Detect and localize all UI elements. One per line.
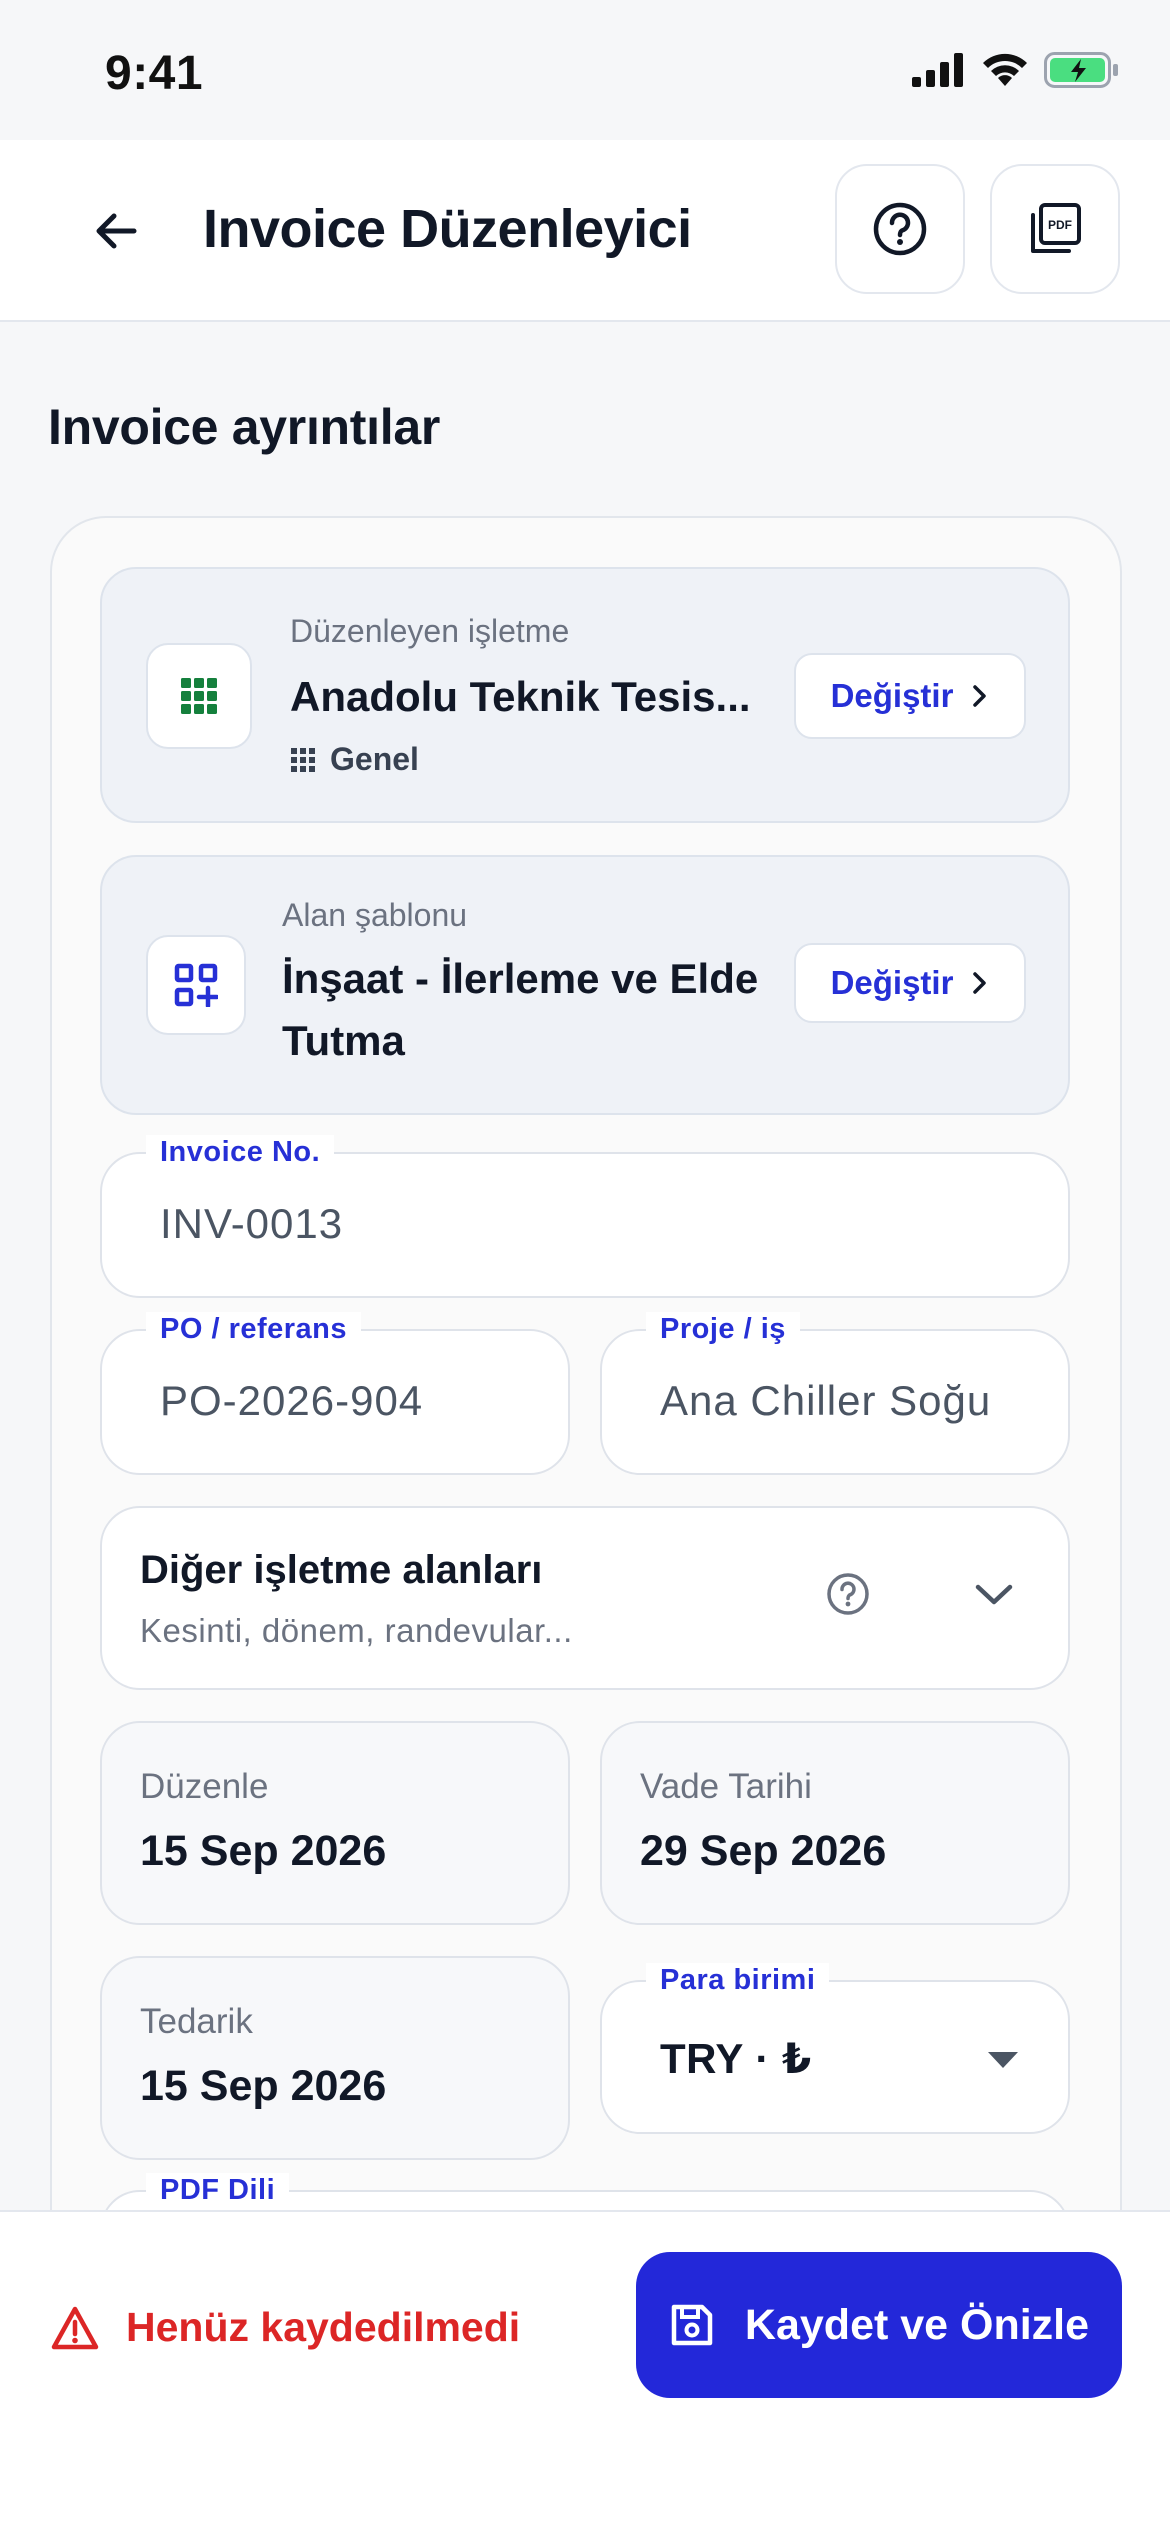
add-template-icon — [174, 963, 218, 1007]
pdf-file-icon: PDF — [1031, 203, 1081, 253]
change-issuer-button[interactable]: Değiştir — [794, 653, 1026, 739]
unsaved-status: Henüz kaydedilmedi — [50, 2304, 520, 2351]
arrow-left-icon — [96, 213, 137, 249]
currency-label: Para birimi — [646, 1963, 830, 1997]
svg-text:PDF: PDF — [1048, 218, 1072, 232]
other-business-fields-toggle[interactable]: Diğer işletme alanları Kesinti, dönem, r… — [100, 1506, 1070, 1690]
change-template-button[interactable]: Değiştir — [794, 943, 1026, 1023]
project-value: Ana Chiller Soğu — [660, 1377, 992, 1424]
small-grid-icon — [291, 747, 315, 772]
po-reference-field[interactable]: PO / referans PO-2026-904 — [100, 1312, 570, 1475]
issuer-selector[interactable]: Düzenleyen işletme Anadolu Teknik Tesis.… — [100, 567, 1070, 823]
bottom-action-bar: Henüz kaydedilmedi Kaydet ve Önizle — [0, 2210, 1170, 2532]
project-label: Proje / iş — [646, 1312, 800, 1346]
issue-date-picker[interactable]: Düzenle 15 Sep 2026 — [100, 1721, 570, 1925]
unsaved-label: Henüz kaydedilmedi — [126, 2304, 521, 2350]
question-circle-icon — [873, 202, 927, 256]
pdf-language-label: PDF Dili — [146, 2173, 290, 2207]
save-and-preview-label: Kaydet ve Önizle — [744, 2300, 1090, 2349]
help-button[interactable] — [835, 164, 965, 294]
issuer-group: Genel — [290, 741, 419, 778]
project-field[interactable]: Proje / iş Ana Chiller Soğu — [600, 1312, 1070, 1475]
invoice-number-value: INV-0013 — [160, 1200, 344, 1247]
currency-select[interactable]: Para birimi TRY · ₺ — [600, 1963, 1070, 2134]
back-button[interactable] — [80, 195, 152, 267]
template-name-line1: İnşaat - İlerleme ve Elde — [282, 955, 759, 1002]
warning-triangle-icon — [51, 2306, 99, 2349]
chevron-down-icon — [975, 1584, 1013, 1605]
template-label: Alan şablonu — [282, 897, 468, 933]
currency-value: TRY · ₺ — [660, 2035, 812, 2082]
invoice-number-field[interactable]: Invoice No. INV-0013 — [100, 1135, 1070, 1298]
battery-charging-icon — [1044, 52, 1118, 88]
issuer-name: Anadolu Teknik Tesis... — [290, 673, 751, 720]
issuer-group-label: Genel — [330, 741, 419, 777]
issuer-label: Düzenleyen işletme — [290, 613, 570, 649]
template-selector[interactable]: Alan şablonu İnşaat - İlerleme ve Elde T… — [100, 855, 1070, 1115]
other-fields-subtitle: Kesinti, dönem, randevular... — [140, 1612, 573, 1649]
supply-date-value: 15 Sep 2026 — [140, 2062, 387, 2110]
other-fields-title: Diğer işletme alanları — [140, 1548, 543, 1592]
app-bar: Invoice Düzenleyici PDF — [0, 140, 1170, 322]
template-icon-box — [146, 935, 246, 1035]
chevron-right-icon — [973, 685, 987, 707]
question-circle-icon[interactable] — [826, 1572, 870, 1616]
cellular-signal-icon — [912, 53, 963, 87]
status-icons — [912, 52, 1120, 88]
save-icon — [671, 2304, 713, 2346]
issue-date-label: Düzenle — [140, 1767, 269, 1806]
issuer-icon-box — [146, 643, 252, 749]
po-reference-label: PO / referans — [146, 1312, 362, 1346]
supply-date-picker[interactable]: Tedarik 15 Sep 2026 — [100, 1956, 570, 2160]
chevron-right-icon — [973, 972, 987, 994]
po-reference-value: PO-2026-904 — [160, 1377, 424, 1424]
issue-date-value: 15 Sep 2026 — [140, 1827, 387, 1875]
section-title: Invoice ayrıntılar — [48, 399, 440, 455]
caret-down-icon — [988, 2052, 1018, 2068]
supply-date-label: Tedarik — [140, 2002, 253, 2041]
pdf-export-button[interactable]: PDF — [990, 164, 1120, 294]
save-and-preview-button[interactable]: Kaydet ve Önizle — [636, 2252, 1122, 2398]
grid-icon — [181, 678, 217, 714]
invoice-number-label: Invoice No. — [146, 1135, 335, 1169]
status-time: 9:41 — [105, 47, 204, 100]
due-date-picker[interactable]: Vade Tarihi 29 Sep 2026 — [600, 1721, 1070, 1925]
page-title: Invoice Düzenleyici — [203, 199, 692, 259]
change-issuer-label: Değiştir — [830, 677, 954, 714]
due-date-label: Vade Tarihi — [640, 1767, 812, 1806]
status-bar: 9:41 — [0, 0, 1170, 140]
template-name-line2: Tutma — [282, 1017, 405, 1064]
wifi-icon — [983, 53, 1027, 86]
change-template-label: Değiştir — [830, 964, 954, 1001]
due-date-value: 29 Sep 2026 — [640, 1827, 887, 1875]
